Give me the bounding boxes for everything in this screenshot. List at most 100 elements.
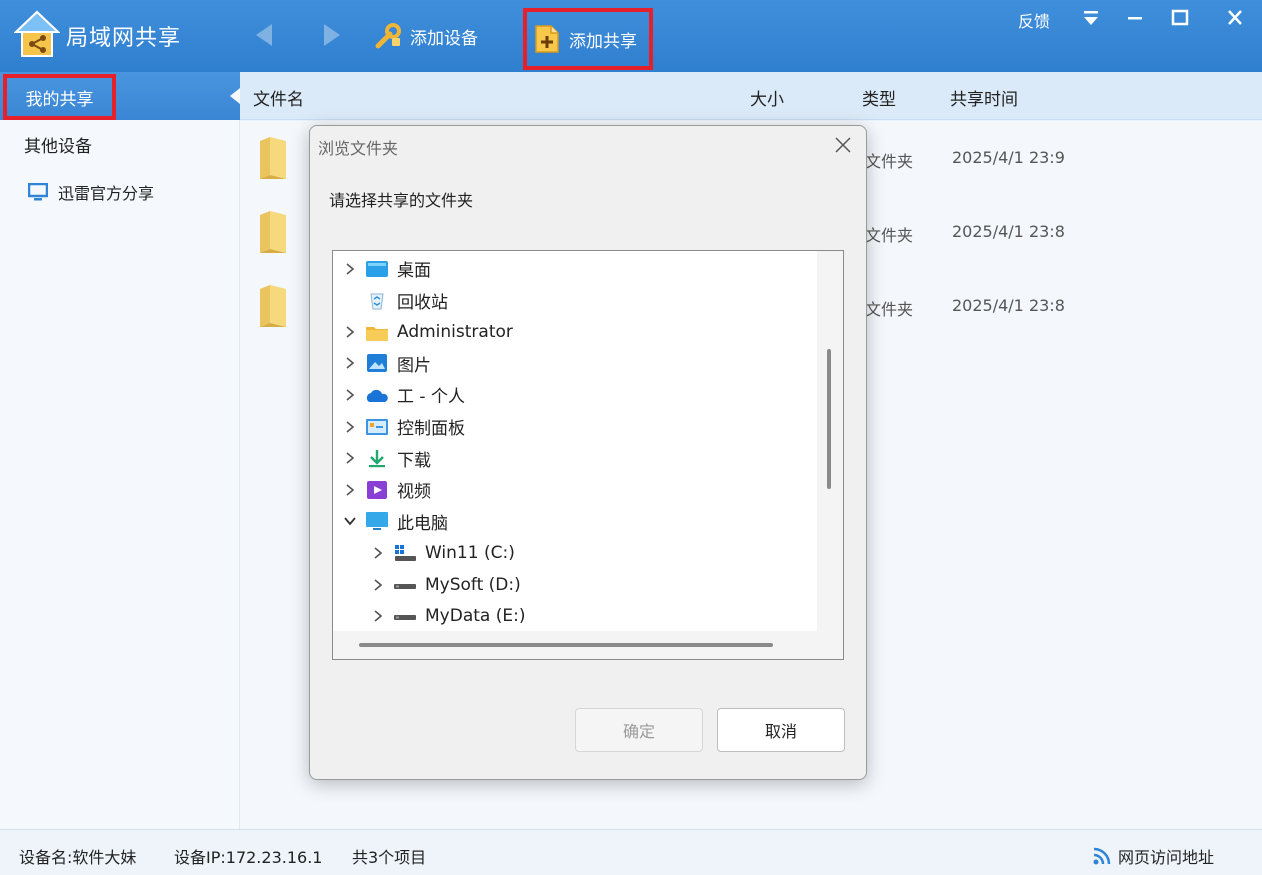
- videos-icon: [367, 480, 387, 499]
- tree-item[interactable]: 控制面板: [343, 411, 465, 442]
- onedrive-icon: [366, 389, 388, 402]
- share-time: 2025/4/1 23:8: [952, 222, 1065, 241]
- folder-icon: [260, 137, 286, 179]
- web-address-link[interactable]: 网页访问地址: [1092, 844, 1214, 868]
- item-count: 共3个项目: [352, 848, 427, 867]
- tree-item-label: MySoft (D:): [425, 574, 521, 595]
- tree-item-label: 工 - 个人: [397, 387, 465, 408]
- this-pc-icon: [366, 512, 388, 531]
- share-time: 2025/4/1 23:8: [952, 296, 1065, 315]
- sidebar-item-xunlei-share[interactable]: 迅雷官方分享: [28, 180, 154, 204]
- chevron-right-icon[interactable]: [371, 609, 385, 623]
- chevron-down-icon[interactable]: [343, 514, 357, 528]
- app-title: 局域网共享: [66, 26, 182, 51]
- add-share-label: 添加共享: [569, 31, 637, 52]
- app-logo-icon: [14, 10, 60, 57]
- minimize-icon[interactable]: [1122, 6, 1148, 30]
- column-header-size[interactable]: 大小: [750, 85, 784, 110]
- chevron-right-icon[interactable]: [343, 451, 357, 465]
- column-header-time[interactable]: 共享时间: [950, 85, 1018, 110]
- add-file-icon: [535, 25, 559, 53]
- tree-item-label: 视频: [397, 482, 431, 503]
- tree-horizontal-scrollbar[interactable]: [333, 631, 843, 659]
- add-device-label: 添加设备: [410, 28, 478, 49]
- desktop-icon: [366, 260, 388, 277]
- pictures-icon: [367, 354, 387, 373]
- device-name: 设备名:软件大妹: [19, 848, 137, 867]
- tree-item-label: Win11 (C:): [425, 542, 515, 563]
- control-panel-icon: [366, 418, 388, 435]
- title-bar: 局域网共享 添加设备 添加共享 反馈: [0, 0, 1262, 72]
- tree-item-label: MyData (E:): [425, 606, 526, 627]
- tree-item[interactable]: 工 - 个人: [343, 379, 465, 410]
- tree-item[interactable]: 回收站: [343, 285, 448, 316]
- forward-arrow-icon[interactable]: [320, 22, 344, 48]
- tree-item-label: Administrator: [397, 321, 513, 342]
- chevron-right-icon[interactable]: [343, 325, 357, 339]
- chevron-right-icon[interactable]: [343, 262, 357, 276]
- menu-dropdown-icon[interactable]: [1078, 6, 1104, 30]
- add-device-button[interactable]: 添加设备: [372, 16, 478, 56]
- sidebar-item-label: 我的共享: [3, 74, 116, 120]
- windows-drive-icon: [395, 544, 416, 561]
- tree-item[interactable]: MyData (E:): [371, 601, 525, 632]
- sidebar: 我的共享 其他设备 迅雷官方分享: [0, 72, 240, 829]
- tree-item[interactable]: Administrator: [343, 316, 513, 347]
- drive-icon: [394, 583, 416, 589]
- close-icon[interactable]: [1222, 6, 1248, 30]
- sidebar-item-other-devices[interactable]: 其他设备: [24, 132, 92, 157]
- tree-item[interactable]: 图片: [343, 348, 431, 379]
- tree-item[interactable]: 视频: [343, 474, 431, 505]
- add-share-button[interactable]: 添加共享: [523, 8, 653, 70]
- tree-item[interactable]: 此电脑: [343, 506, 448, 537]
- wrench-icon: [375, 23, 401, 49]
- column-header-type[interactable]: 类型: [862, 85, 896, 110]
- folder-icon: [260, 211, 286, 253]
- tree-vertical-scroll-thumb[interactable]: [827, 349, 831, 489]
- tree-item-label: 下载: [397, 450, 431, 471]
- recycle-bin-icon: [370, 293, 384, 310]
- status-bar: 设备名:软件大妹 设备IP:172.23.16.1 共3个项目 网页访问地址: [0, 829, 1262, 875]
- tree-item-label: 回收站: [397, 292, 448, 313]
- chevron-right-icon[interactable]: [343, 420, 357, 434]
- file-type: 文件夹: [865, 226, 914, 245]
- chevron-right-icon[interactable]: [371, 546, 385, 560]
- maximize-icon[interactable]: [1167, 6, 1193, 30]
- dialog-close-icon[interactable]: [834, 136, 852, 154]
- user-folder-icon: [366, 326, 388, 341]
- download-icon: [369, 450, 385, 468]
- tree-item-label: 桌面: [397, 261, 431, 281]
- tree-item[interactable]: 下载: [343, 443, 431, 474]
- chevron-right-icon[interactable]: [343, 483, 357, 497]
- drive-icon: [394, 615, 416, 621]
- cancel-button[interactable]: 取消: [717, 708, 845, 752]
- tree-item-label: 此电脑: [397, 513, 448, 534]
- column-header-name[interactable]: 文件名: [253, 85, 304, 110]
- device-ip: 设备IP:172.23.16.1: [174, 848, 323, 867]
- selection-notch: [230, 88, 240, 104]
- rss-icon: [1093, 847, 1111, 865]
- monitor-icon: [28, 183, 48, 201]
- chevron-right-icon[interactable]: [371, 578, 385, 592]
- file-list-header: 文件名 大小 类型 共享时间: [240, 72, 1262, 120]
- sidebar-item-my-share[interactable]: 我的共享: [0, 72, 240, 120]
- web-address-label: 网页访问地址: [1118, 848, 1215, 867]
- tree-item-label: 图片: [397, 355, 431, 376]
- ok-button[interactable]: 确定: [575, 708, 703, 752]
- chevron-right-icon[interactable]: [343, 388, 357, 402]
- file-type: 文件夹: [865, 152, 914, 171]
- share-time: 2025/4/1 23:9: [952, 148, 1065, 167]
- back-arrow-icon[interactable]: [252, 22, 276, 48]
- dialog-title: 浏览文件夹: [318, 139, 399, 158]
- folder-icon: [260, 285, 286, 327]
- dialog-prompt: 请选择共享的文件夹: [329, 191, 474, 210]
- feedback-link[interactable]: 反馈: [1018, 8, 1050, 32]
- tree-item[interactable]: MySoft (D:): [371, 569, 521, 600]
- tree-item-label: 控制面板: [397, 419, 465, 439]
- chevron-right-icon[interactable]: [343, 356, 357, 370]
- tree-horizontal-scroll-thumb[interactable]: [359, 643, 773, 647]
- tree-item[interactable]: Win11 (C:): [371, 537, 515, 568]
- file-type: 文件夹: [865, 300, 914, 319]
- tree-item[interactable]: 桌面: [343, 253, 431, 284]
- folder-tree[interactable]: 桌面回收站 Administrator 图片工 - 个人 控制面板下载视频此电脑 Win…: [332, 250, 844, 660]
